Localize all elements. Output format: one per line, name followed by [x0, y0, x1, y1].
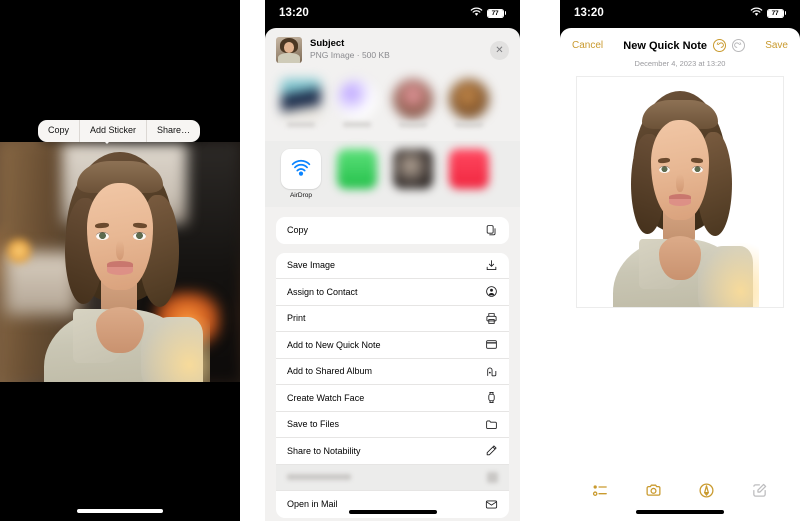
status-indicators: 77	[470, 4, 506, 22]
suggestion-4[interactable]	[449, 79, 489, 127]
file-title: Subject	[310, 38, 345, 50]
airdrop-button[interactable]: AirDrop	[281, 149, 321, 199]
wifi-icon	[470, 4, 483, 22]
save-button[interactable]: Save	[765, 40, 788, 51]
action-label: Copy	[287, 225, 309, 236]
subject-thumbnail	[276, 37, 302, 63]
action-assign-to-contact[interactable]: Assign to Contact	[276, 279, 509, 306]
pencil-icon	[484, 444, 498, 458]
navbar-center: New Quick Note	[623, 39, 746, 52]
undo-icon[interactable]	[713, 39, 727, 52]
action-print[interactable]: Print	[276, 306, 509, 332]
home-indicator	[348, 510, 437, 514]
panel-share-sheet: 13:20 77 Subject PNG Image · 500 KB ✕ Ai…	[265, 0, 520, 521]
photo-image[interactable]	[0, 142, 240, 382]
quick-note-icon	[484, 338, 498, 352]
action-label: Open in Mail	[287, 499, 338, 510]
blurred-icon	[487, 471, 498, 483]
folder-icon	[484, 417, 498, 431]
app-green[interactable]	[337, 149, 377, 199]
battery-level: 77	[767, 9, 783, 17]
action-save-image[interactable]: Save Image	[276, 253, 509, 279]
battery-level: 77	[487, 9, 503, 17]
action-label: Create Watch Face	[287, 392, 365, 403]
suggestion-3[interactable]	[393, 79, 433, 127]
compose-icon[interactable]	[751, 482, 768, 499]
printer-icon	[484, 311, 498, 325]
file-meta: PNG Image · 500 KB	[310, 50, 390, 61]
action-label: Save to Files	[287, 419, 340, 430]
home-indicator	[636, 510, 724, 514]
actions-group-main: Save Image Assign to Contact Print Add t…	[276, 252, 509, 518]
action-label: Add to New Quick Note	[287, 339, 381, 350]
action-label: Add to Shared Album	[287, 366, 373, 377]
action-label: Save Image	[287, 260, 336, 271]
suggestions-row	[265, 73, 520, 141]
suggestion-1[interactable]	[281, 79, 321, 127]
action-share-to-notability[interactable]: Share to Notability	[276, 438, 509, 465]
status-indicators: 77	[750, 4, 786, 22]
action-create-watch-face[interactable]: Create Watch Face	[276, 385, 509, 412]
battery-icon: 77	[766, 8, 786, 18]
suggestion-2[interactable]	[337, 79, 377, 127]
context-menu-item-copy[interactable]: Copy	[38, 120, 79, 142]
status-time: 13:20	[574, 7, 604, 19]
app-dark[interactable]	[393, 149, 433, 199]
camera-icon[interactable]	[645, 482, 662, 499]
note-attached-image[interactable]	[576, 76, 784, 308]
page-title: New Quick Note	[623, 39, 708, 52]
file-info: Subject PNG Image · 500 KB	[310, 38, 482, 62]
contact-icon	[484, 285, 498, 299]
watch-icon	[484, 391, 498, 405]
screenshot-stage: Copy Add Sticker Share… 13:20 77 Subject…	[0, 0, 800, 521]
share-sheet-header: Subject PNG Image · 500 KB ✕	[265, 28, 520, 73]
share-sheet: Subject PNG Image · 500 KB ✕ AirDrop Cop…	[265, 28, 520, 521]
note-date: December 4, 2023 at 13:20	[634, 59, 726, 68]
status-time: 13:20	[279, 7, 309, 19]
mail-icon	[484, 497, 498, 511]
status-bar: 13:20 77	[265, 0, 520, 26]
battery-icon: 77	[486, 8, 506, 18]
subject-context-menu[interactable]: Copy Add Sticker Share…	[38, 120, 201, 142]
apps-row: AirDrop	[265, 141, 520, 207]
panel-quick-note: 13:20 77 Cancel New Quick Note Save Dece…	[560, 0, 800, 521]
blurred-action[interactable]	[276, 464, 509, 491]
app-red[interactable]	[449, 149, 489, 199]
airdrop-label: AirDrop	[289, 192, 313, 199]
airdrop-icon	[281, 149, 321, 189]
context-menu-item-share[interactable]: Share…	[146, 120, 200, 142]
shared-album-icon	[484, 364, 498, 378]
action-label: Assign to Contact	[287, 286, 358, 297]
action-add-to-new-quick-note[interactable]: Add to New Quick Note	[276, 332, 509, 359]
close-icon[interactable]: ✕	[490, 40, 509, 60]
photo-subject[interactable]	[34, 142, 210, 382]
photo-background-lamp	[7, 238, 32, 265]
action-add-to-shared-album[interactable]: Add to Shared Album	[276, 359, 509, 385]
quick-note-toolbar	[560, 482, 800, 499]
wifi-icon	[750, 4, 763, 22]
action-copy[interactable]: Copy	[276, 217, 509, 244]
checklist-icon[interactable]	[592, 482, 609, 499]
action-label: Share to Notability	[287, 445, 361, 456]
action-label-blurred	[287, 474, 351, 481]
markup-pen-icon[interactable]	[698, 482, 715, 499]
action-save-to-files[interactable]: Save to Files	[276, 412, 509, 438]
copy-icon	[484, 223, 498, 237]
download-icon	[484, 258, 498, 272]
redo-icon[interactable]	[732, 39, 746, 52]
quick-note-sheet: Cancel New Quick Note Save December 4, 2…	[560, 28, 800, 521]
action-label: Print	[287, 313, 306, 324]
quick-note-navbar: Cancel New Quick Note Save	[560, 28, 800, 52]
status-bar: 13:20 77	[560, 0, 800, 26]
cancel-button[interactable]: Cancel	[572, 40, 603, 51]
actions-group-primary: Copy	[276, 217, 509, 244]
subject-cutout	[604, 79, 760, 307]
context-menu-pointer	[101, 138, 113, 144]
panel-photo-viewer: Copy Add Sticker Share…	[0, 0, 240, 521]
home-indicator	[77, 509, 163, 513]
